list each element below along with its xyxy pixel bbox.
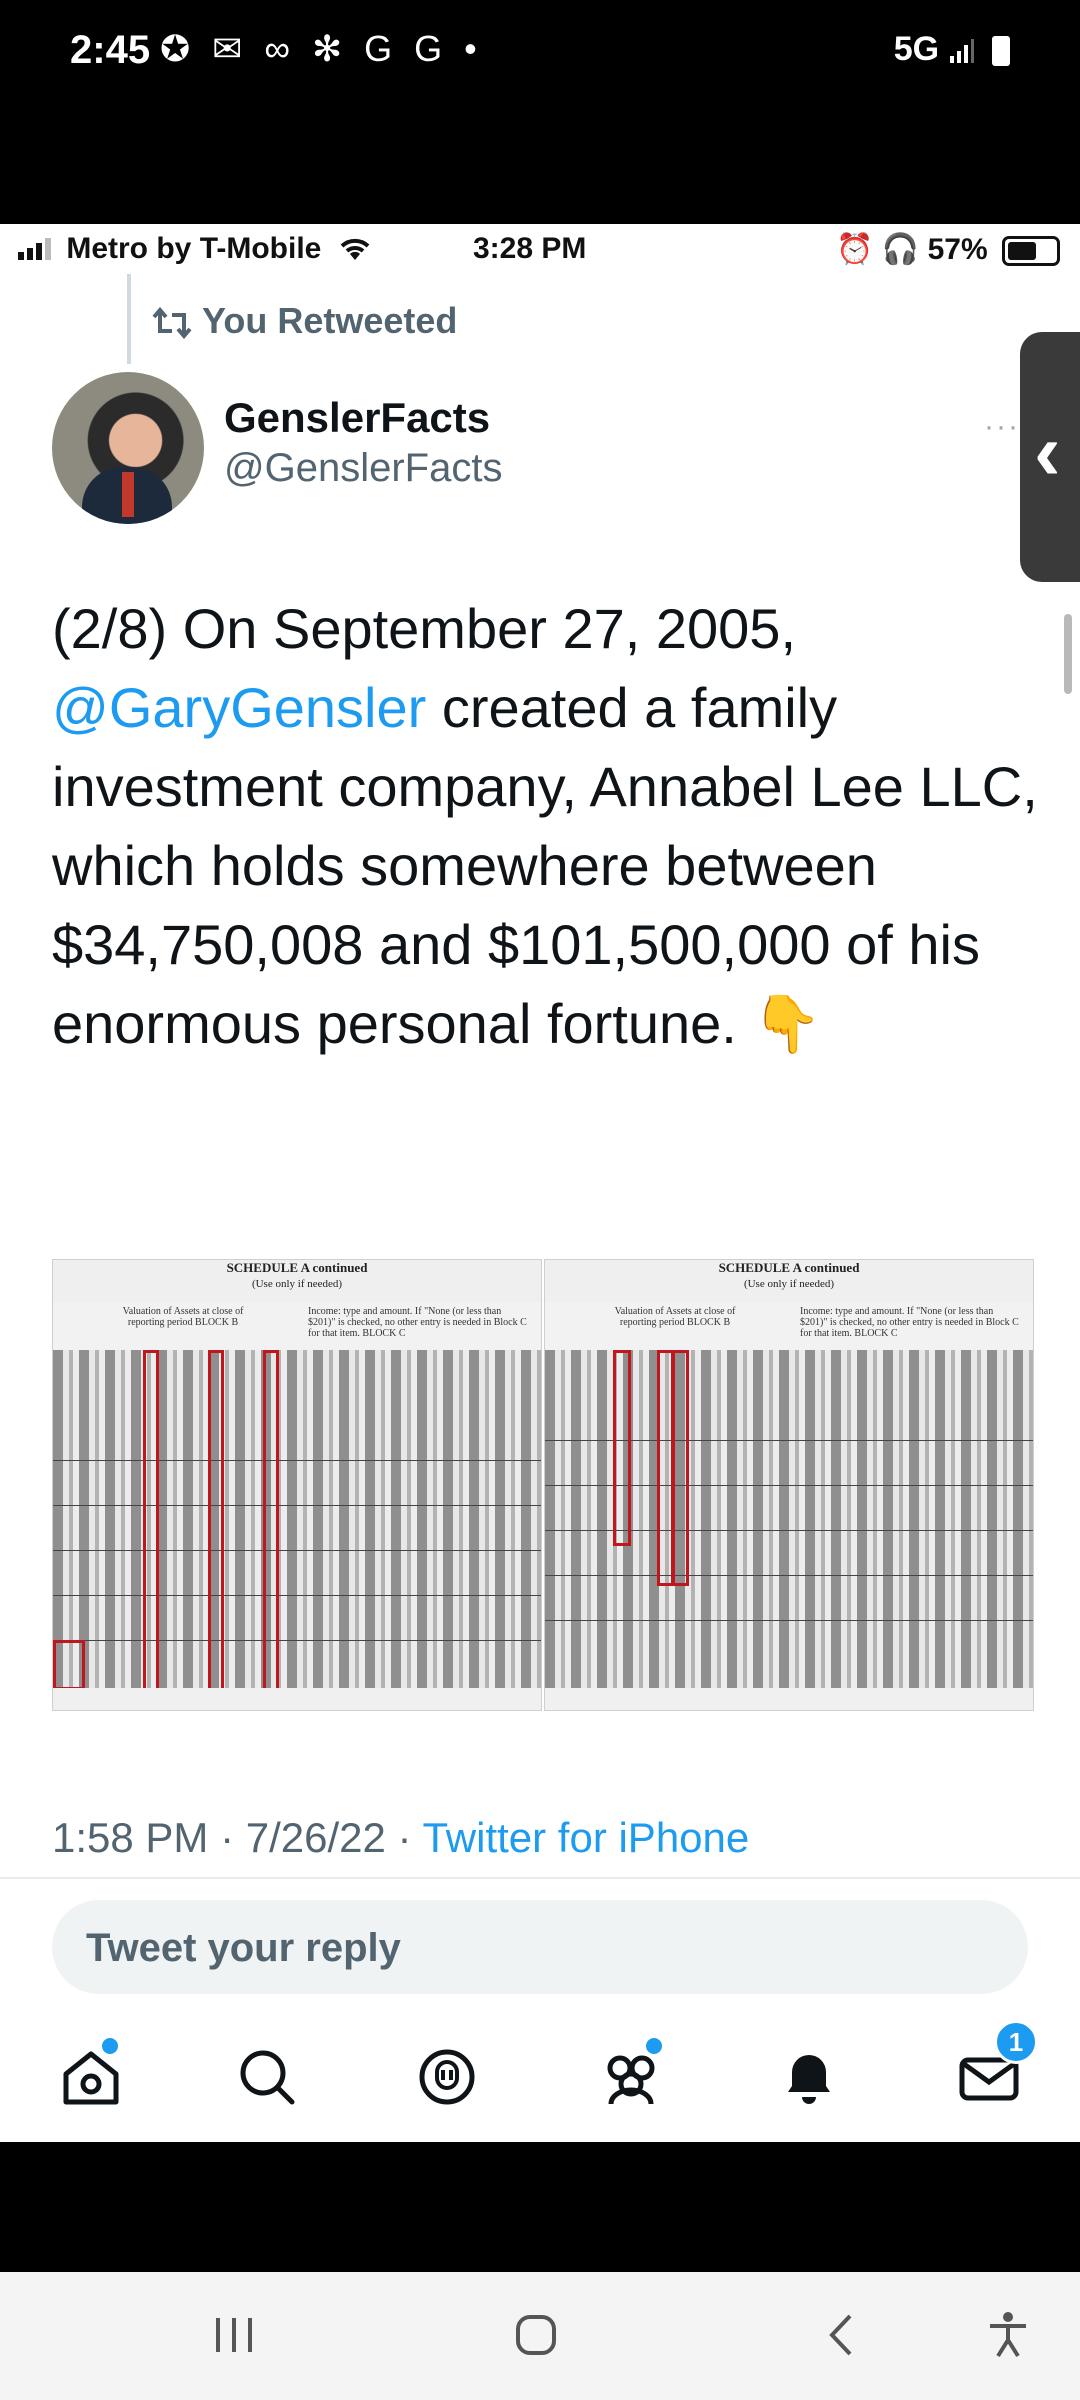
author-handle[interactable]: @GenslerFacts: [224, 446, 502, 491]
messages-badge: 1: [994, 2020, 1038, 2064]
ios-status-bar: Metro by T-Mobile 3:28 PM ⏰ 🎧 57%: [0, 224, 1080, 274]
row-line: [53, 1595, 541, 1596]
tweet-text: (2/8) On September 27, 2005, @GaryGensler…: [52, 589, 1052, 1063]
schedule-header-left: SCHEDULE A continued (Use only if needed…: [53, 1260, 541, 1303]
schedule-footer-left: [53, 1688, 541, 1710]
home-button-icon[interactable]: [514, 2310, 558, 2360]
back-icon[interactable]: [820, 2310, 864, 2360]
ios-battery-icon: [1002, 236, 1060, 267]
block-c-label-right: Income: type and amount. If "None (or le…: [800, 1306, 1019, 1339]
android-clock: 2:45: [70, 28, 151, 72]
ios-clock: 3:28 PM: [473, 232, 587, 265]
value-columns-left: [53, 1350, 541, 1690]
tweet-source[interactable]: Twitter for iPhone: [422, 1814, 749, 1861]
row-line: [545, 1575, 1033, 1576]
tab-home[interactable]: [56, 2038, 126, 2112]
black-spacer: [0, 2142, 1080, 2272]
highlight-box: [208, 1350, 224, 1696]
schedule-footer-right: [545, 1688, 1033, 1710]
bottom-tab-bar: 1: [0, 2020, 1080, 2142]
tweet-image-left[interactable]: SCHEDULE A continued (Use only if needed…: [52, 1259, 542, 1711]
alarm-icon: ⏰: [836, 233, 874, 266]
tweet-timestamp[interactable]: 1:58 PM · 7/26/22 ·: [52, 1814, 422, 1861]
android-nav-bar: [0, 2272, 1080, 2400]
row-line: [53, 1640, 541, 1641]
schedule-title-left: SCHEDULE A continued: [226, 1260, 368, 1275]
battery-icon: [992, 36, 1010, 67]
schedule-subtitle-right: (Use only if needed): [743, 1278, 835, 1290]
schedule-blocks-right: Valuation of Assets at close of reportin…: [545, 1302, 1033, 1351]
wifi-icon: [340, 238, 370, 260]
spaces-icon: [419, 2049, 475, 2105]
headphones-icon: 🎧: [881, 233, 920, 266]
schedule-header-right: SCHEDULE A continued (Use only if needed…: [545, 1260, 1033, 1303]
schedule-blocks-left: Valuation of Assets at close of reportin…: [53, 1302, 541, 1351]
retweet-indicator: You Retweeted: [152, 300, 457, 342]
author-name[interactable]: GenslerFacts: [224, 394, 490, 442]
network-indicator: 5G: [894, 30, 1010, 69]
chevron-left-icon: ‹: [1034, 407, 1061, 496]
schedule-subtitle-left: (Use only if needed): [251, 1278, 343, 1290]
highlight-box: [53, 1640, 85, 1690]
avatar[interactable]: [52, 372, 204, 524]
tab-messages[interactable]: 1: [954, 2020, 1038, 2112]
ios-carrier: Metro by T-Mobile: [18, 232, 372, 266]
ios-status-right: ⏰ 🎧 57%: [836, 232, 1060, 267]
battery-percent: 57%: [927, 233, 988, 266]
signal-icon: [949, 39, 974, 64]
cell-signal-icon: [18, 238, 51, 260]
accessibility-icon[interactable]: [986, 2310, 1030, 2360]
block-b-label-left: Valuation of Assets at close of reportin…: [122, 1306, 244, 1328]
retweet-icon: [152, 306, 192, 340]
reply-input[interactable]: [84, 1920, 988, 1976]
schedule-title-right: SCHEDULE A continued: [718, 1260, 860, 1275]
highlight-box: [613, 1350, 631, 1546]
search-icon: [240, 2050, 295, 2105]
recent-apps-icon[interactable]: [212, 2310, 256, 2360]
row-line: [545, 1620, 1033, 1621]
tweet-image-right[interactable]: SCHEDULE A continued (Use only if needed…: [544, 1259, 1034, 1711]
android-status-bar: 2:45 ✪ ✉ ∞ ✻ G G • 5G: [0, 0, 1080, 224]
edge-panel-handle[interactable]: ‹: [1020, 332, 1080, 582]
home-notification-dot: [102, 2038, 118, 2054]
tab-communities[interactable]: [596, 2038, 666, 2112]
network-label: 5G: [893, 30, 940, 68]
highlight-box: [143, 1350, 159, 1696]
retweet-label: You Retweeted: [202, 300, 458, 341]
bell-icon: [788, 2055, 830, 2104]
home-icon: [63, 2051, 119, 2105]
more-options-icon[interactable]: ···: [984, 410, 1020, 444]
avatar-tie: [122, 472, 134, 517]
scrollbar[interactable]: [1064, 614, 1072, 694]
row-line: [53, 1505, 541, 1506]
pointing-down-emoji: 👇: [752, 992, 823, 1055]
tweet-metadata: 1:58 PM · 7/26/22 · Twitter for iPhone: [52, 1814, 749, 1862]
notification-icons-text: ✪ ✉ ∞ ✻ G G •: [160, 28, 483, 69]
tab-notifications[interactable]: [774, 2042, 844, 2112]
tweet-text-prefix: (2/8) On September 27, 2005,: [52, 597, 796, 660]
divider: [0, 1877, 1080, 1879]
thread-line: [127, 274, 131, 364]
block-c-label-left: Income: type and amount. If "None (or le…: [308, 1306, 527, 1339]
communities-notification-dot: [646, 2038, 662, 2054]
mention-link[interactable]: @GaryGensler: [52, 676, 426, 739]
carrier-label: Metro by T-Mobile: [66, 232, 322, 265]
row-line: [53, 1460, 541, 1461]
notification-icons: ✪ ✉ ∞ ✻ G G •: [160, 28, 483, 70]
row-line: [53, 1550, 541, 1551]
highlight-box: [263, 1350, 279, 1696]
highlight-box: [671, 1350, 689, 1586]
block-b-label-right: Valuation of Assets at close of reportin…: [614, 1306, 736, 1328]
tab-spaces[interactable]: [412, 2042, 482, 2112]
reply-box[interactable]: [52, 1900, 1028, 1994]
tab-search[interactable]: [232, 2042, 302, 2112]
tweet-screenshot: Metro by T-Mobile 3:28 PM ⏰ 🎧 57% You Re…: [0, 224, 1080, 2142]
